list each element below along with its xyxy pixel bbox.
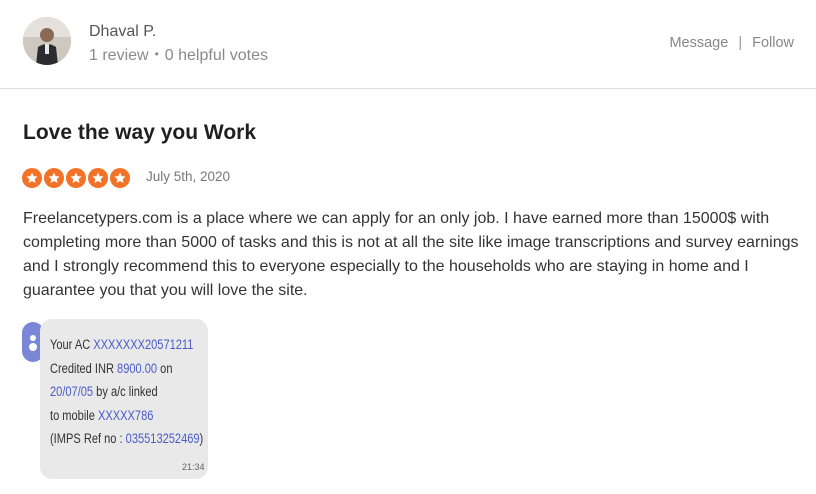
avatar[interactable] [23, 17, 71, 65]
actions-separator: | [738, 35, 743, 51]
review-date: July 5th, 2020 [146, 169, 231, 184]
avatar-photo-icon [23, 17, 71, 65]
follow-button[interactable]: Follow [752, 35, 794, 51]
star-rating [22, 168, 130, 188]
sms-mobile-link: XXXXX786 [97, 407, 154, 423]
sms-line-4: to mobile [50, 407, 98, 423]
sms-line-2: Credited INR [50, 360, 118, 376]
sms-line-1: Your AC [50, 337, 94, 352]
star-icon [88, 168, 108, 188]
sms-message: Your AC XXXXXXX20571211 Credited INR 890… [50, 333, 203, 451]
sms-line-5: (IMPS Ref no : [50, 431, 126, 446]
star-icon [66, 168, 86, 188]
star-icon [22, 168, 42, 188]
helpful-votes: 0 helpful votes [164, 47, 268, 64]
sms-timestamp: 21:34 [182, 462, 205, 472]
sms-amount-link: 8900.00 [117, 360, 158, 376]
review-body: Freelancetypers.com is a place where we … [23, 210, 799, 299]
message-button[interactable]: Message [669, 35, 728, 51]
sms-line-5-suffix: ) [199, 431, 204, 446]
sms-date-link: 20/07/05 [50, 384, 94, 399]
review-title[interactable]: Love the way you Work [23, 121, 256, 145]
review-count: 1 review [89, 47, 149, 64]
star-icon [44, 168, 64, 188]
meta-separator: • [154, 47, 159, 61]
sms-ref-link: 035513252469 [125, 431, 200, 446]
sms-account-link: XXXXXXX20571211 [93, 337, 194, 352]
sms-line-2-suffix: on [157, 360, 173, 376]
reviewer-stats: 1 review • 0 helpful votes [89, 47, 268, 65]
reviewer-actions: Message | Follow [669, 35, 794, 51]
star-icon [110, 168, 130, 188]
reviewer-name[interactable]: Dhaval P. [89, 23, 156, 41]
sms-line-3: by a/c linked [93, 384, 158, 399]
reviewer-header: Dhaval P. 1 review • 0 helpful votes Messa… [0, 0, 816, 89]
